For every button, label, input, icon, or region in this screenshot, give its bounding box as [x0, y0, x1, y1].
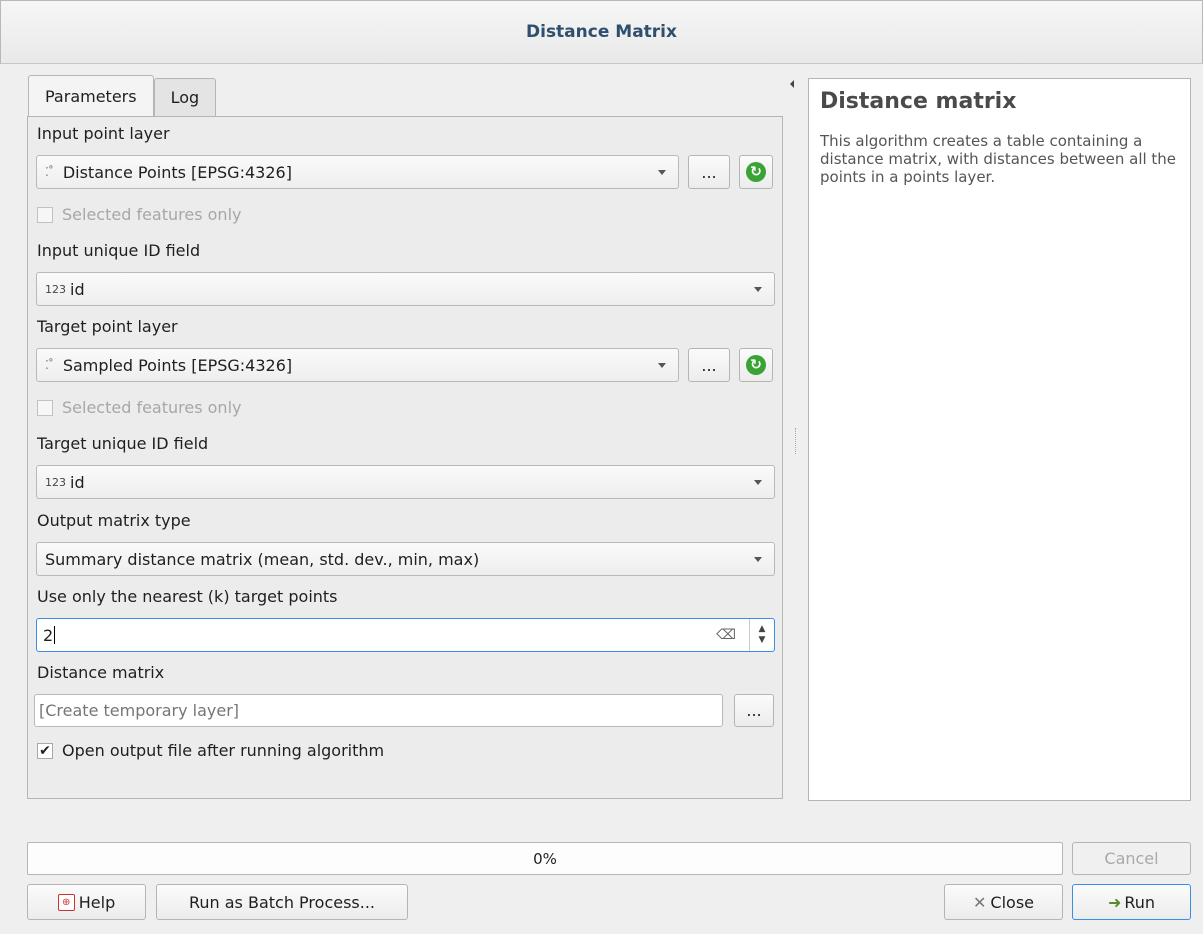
- input-id-value: id: [70, 279, 85, 299]
- spin-buttons[interactable]: ▲ ▼: [749, 619, 774, 651]
- close-icon: ✕: [973, 892, 987, 912]
- run-button[interactable]: ➜ Run: [1072, 884, 1191, 920]
- input-layer-select[interactable]: ⁚˚ Distance Points [EPSG:4326]: [36, 155, 679, 189]
- point-layer-icon: ⁚˚: [45, 165, 54, 179]
- checkmark-icon: ✔: [37, 742, 53, 759]
- input-layer-refresh-button[interactable]: ↻: [739, 155, 773, 189]
- title-bar: Distance Matrix: [0, 0, 1203, 64]
- input-layer-value: Distance Points [EPSG:4326]: [62, 162, 292, 182]
- matrix-type-value: Summary distance matrix (mean, std. dev.…: [45, 549, 480, 569]
- algorithm-help-panel: Distance matrix This algorithm creates a…: [808, 78, 1191, 801]
- close-button-label: Close: [990, 892, 1034, 912]
- help-button[interactable]: ⊕ Help: [27, 884, 146, 920]
- matrix-type-select[interactable]: Summary distance matrix (mean, std. dev.…: [36, 542, 775, 576]
- input-id-select[interactable]: 123 id: [36, 272, 775, 306]
- tab-log[interactable]: Log: [153, 78, 217, 116]
- cancel-button[interactable]: Cancel: [1072, 842, 1191, 875]
- text-cursor: [54, 626, 56, 644]
- point-layer-icon: ⁚˚: [45, 358, 54, 372]
- target-selected-only-label: Selected features only: [62, 398, 242, 417]
- target-selected-only[interactable]: Selected features only: [37, 398, 241, 417]
- output-path-input[interactable]: [34, 694, 723, 727]
- progress-bar: 0%: [27, 842, 1063, 875]
- splitter-handle[interactable]: [795, 428, 798, 454]
- open-output-checkbox[interactable]: ✔ Open output file after running algorit…: [37, 741, 384, 760]
- target-id-select[interactable]: 123 id: [36, 465, 775, 499]
- open-output-label: Open output file after running algorithm: [62, 741, 385, 760]
- spin-down-icon[interactable]: ▼: [759, 635, 766, 646]
- help-title: Distance matrix: [820, 89, 1017, 114]
- chevron-down-icon: [658, 363, 666, 368]
- refresh-icon: ↻: [746, 355, 766, 375]
- help-button-label: Help: [78, 892, 116, 912]
- nearest-k-value: 2: [43, 625, 54, 645]
- refresh-icon: ↻: [746, 162, 766, 182]
- target-layer-label: Target point layer: [37, 317, 178, 336]
- matrix-type-label: Output matrix type: [37, 511, 191, 530]
- tab-log-label: Log: [170, 88, 200, 107]
- nearest-k-spinbox[interactable]: 2 ⌫ ▲ ▼: [36, 618, 775, 652]
- checkbox-icon: [37, 399, 53, 416]
- chevron-down-icon: [658, 170, 666, 175]
- input-selected-only[interactable]: Selected features only: [37, 205, 241, 224]
- collapse-panel-icon[interactable]: [790, 80, 794, 88]
- window-title: Distance Matrix: [526, 22, 677, 42]
- target-layer-refresh-button[interactable]: ↻: [739, 348, 773, 382]
- nearest-k-label: Use only the nearest (k) target points: [37, 587, 338, 606]
- close-button[interactable]: ✕ Close: [944, 884, 1063, 920]
- help-body: This algorithm creates a table containin…: [820, 132, 1177, 186]
- chevron-down-icon: [754, 480, 762, 485]
- chevron-down-icon: [754, 557, 762, 562]
- output-browse-button[interactable]: ...: [734, 694, 774, 727]
- batch-process-button[interactable]: Run as Batch Process...: [156, 884, 408, 920]
- tab-bar: Parameters Log: [28, 75, 217, 116]
- target-layer-select[interactable]: ⁚˚ Sampled Points [EPSG:4326]: [36, 348, 679, 382]
- progress-text: 0%: [533, 849, 557, 868]
- spin-up-icon[interactable]: ▲: [759, 624, 766, 635]
- target-layer-value: Sampled Points [EPSG:4326]: [62, 355, 293, 375]
- numeric-field-icon: 123: [45, 475, 66, 489]
- numeric-field-icon: 123: [45, 282, 66, 296]
- clear-icon[interactable]: ⌫: [716, 627, 736, 643]
- run-icon: ➜: [1107, 892, 1122, 912]
- tab-parameters-label: Parameters: [45, 86, 137, 106]
- run-button-label: Run: [1124, 892, 1156, 912]
- target-id-label: Target unique ID field: [37, 434, 209, 453]
- tab-parameters[interactable]: Parameters: [28, 75, 154, 116]
- output-label: Distance matrix: [37, 663, 165, 682]
- checkbox-icon: [37, 206, 53, 223]
- input-selected-only-label: Selected features only: [62, 205, 242, 224]
- target-layer-browse-button[interactable]: ...: [688, 348, 730, 382]
- input-id-label: Input unique ID field: [37, 241, 201, 260]
- input-layer-label: Input point layer: [37, 124, 170, 143]
- chevron-down-icon: [754, 287, 762, 292]
- help-icon: ⊕: [57, 893, 75, 911]
- input-layer-browse-button[interactable]: ...: [688, 155, 730, 189]
- target-id-value: id: [70, 472, 85, 492]
